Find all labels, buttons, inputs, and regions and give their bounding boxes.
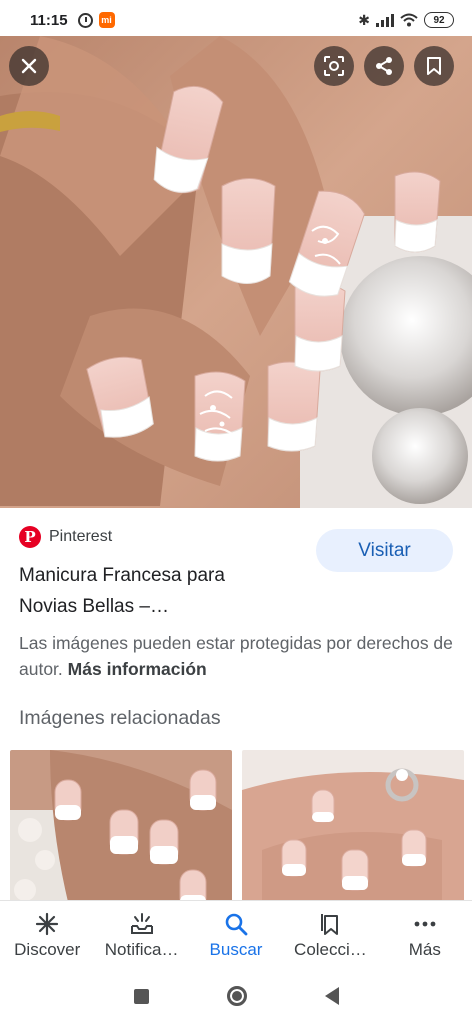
home-icon [226,986,247,1006]
share-icon [376,57,392,75]
copyright-notice: Las imágenes pueden estar protegidas por… [19,630,459,682]
system-navigation-bar [0,968,472,1024]
back-icon [324,987,339,1005]
related-image-2-photo [242,750,464,910]
nav-label-collections: Colecci… [294,940,367,959]
recents-button[interactable] [133,988,149,1004]
status-bar: 11:15 mi ✱ 92 [0,0,472,40]
notifications-icon [129,912,155,936]
source-row[interactable]: P Pinterest [19,526,112,548]
alarm-icon [77,12,93,28]
source-name: Pinterest [49,528,113,545]
search-icon [223,912,249,936]
back-button[interactable] [324,987,339,1005]
bookmark-icon [427,57,441,75]
nav-more[interactable]: Más [378,901,472,968]
status-time: 11:15 [30,11,68,29]
wifi-icon [400,13,418,27]
mi-app-icon: mi [98,12,115,28]
signal-icon [376,13,394,27]
nav-label-search: Buscar [209,940,263,959]
main-image[interactable] [0,36,472,508]
nav-discover[interactable]: Discover [0,901,94,968]
more-info-link[interactable]: Más información [68,659,207,679]
close-icon [21,58,37,74]
save-button[interactable] [414,46,454,86]
nav-label-discover: Discover [14,940,81,959]
bottom-navigation: Discover Notifica… Buscar Colecci… Más [0,900,472,968]
battery-indicator: 92 [424,12,454,28]
share-button[interactable] [364,46,404,86]
related-image-1[interactable] [10,750,232,910]
french-manicure-photo [0,36,472,508]
related-image-2[interactable] [242,750,464,910]
recents-icon [133,988,149,1004]
result-title-line1: Manicura Francesa para [19,565,225,586]
visit-button[interactable]: Visitar [316,529,453,572]
related-image-1-photo [10,750,232,910]
result-title[interactable]: Manicura Francesa para Novias Bellas –… [19,560,309,622]
home-button[interactable] [226,986,247,1006]
bluetooth-icon: ✱ [358,11,370,28]
related-images-heading: Imágenes relacionadas [19,707,221,729]
nav-search[interactable]: Buscar [189,901,283,968]
pinterest-logo-icon: P [19,526,41,548]
nav-collections[interactable]: Colecci… [283,901,377,968]
status-right-icons: ✱ 92 [358,12,454,29]
close-button[interactable] [9,46,49,86]
result-title-line2: Novias Bellas –… [19,596,169,617]
lens-icon [324,56,344,76]
nav-label-notifications: Notifica… [104,940,179,959]
lens-button[interactable] [314,46,354,86]
nav-notifications[interactable]: Notifica… [94,901,188,968]
nav-label-more: Más [408,940,441,959]
status-left-icons: mi [77,12,115,28]
more-icon [412,912,438,936]
collections-icon [317,912,343,936]
asterisk-icon [34,912,60,936]
